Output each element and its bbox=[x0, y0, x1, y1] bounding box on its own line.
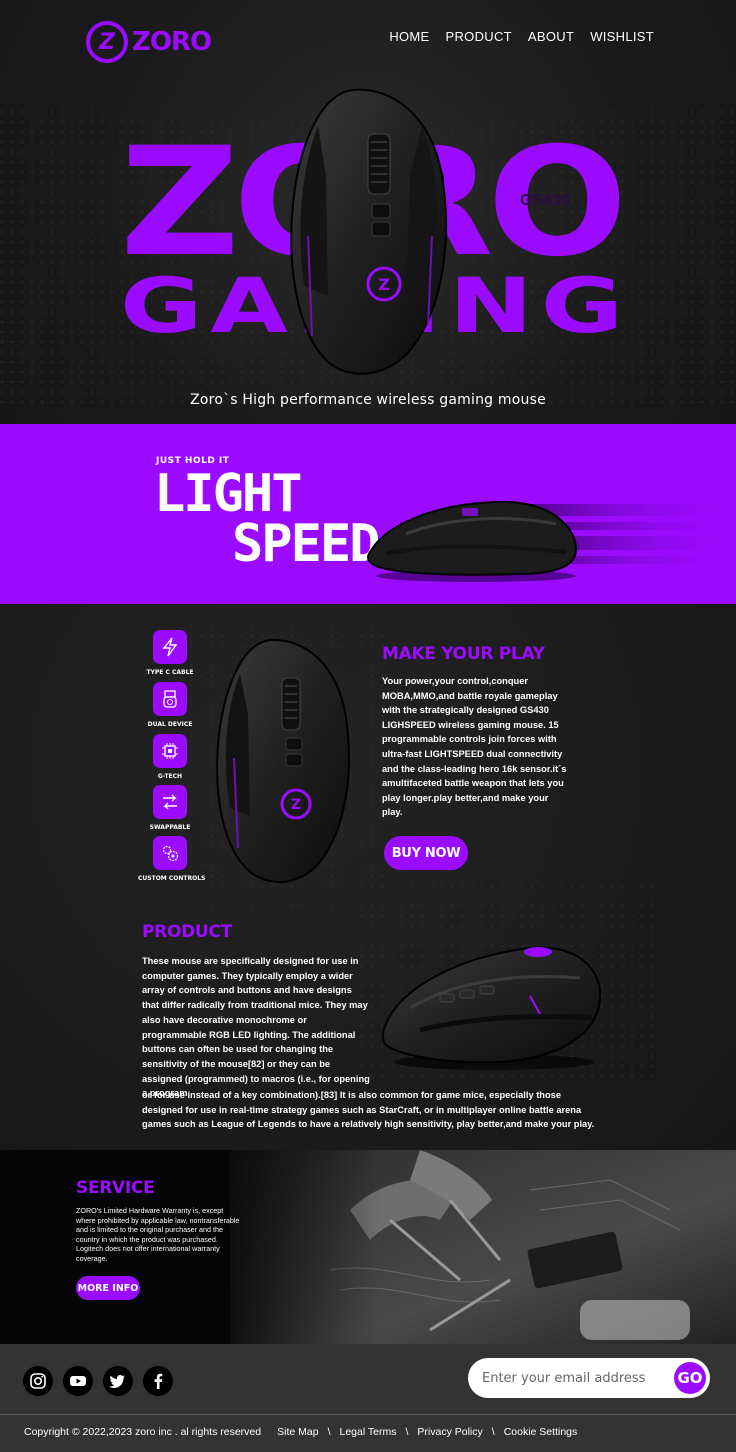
banner-mouse-image bbox=[367, 500, 578, 582]
feature-dual-device: DUAL DEVICE bbox=[138, 682, 202, 728]
gears-icon bbox=[153, 836, 187, 870]
main-nav: HOME PRODUCT ABOUT WISHLIST bbox=[389, 29, 654, 44]
banner-word-speed: SPEED bbox=[232, 514, 381, 574]
youtube-icon[interactable] bbox=[63, 1366, 93, 1396]
link-separator: \ bbox=[491, 1426, 495, 1438]
feature-g-tech: G-TECH bbox=[138, 734, 202, 780]
site-map-link[interactable]: Site Map bbox=[277, 1426, 318, 1438]
link-separator: \ bbox=[405, 1426, 409, 1438]
nav-home[interactable]: HOME bbox=[389, 29, 429, 44]
product-mouse-image: Z bbox=[216, 638, 350, 883]
footer-legal-bar: Copyright © 2022,2023 zoro inc . al righ… bbox=[24, 1426, 577, 1438]
footer: GO Copyright © 2022,2023 zoro inc . al r… bbox=[0, 1344, 736, 1452]
service-heading: SERVICE bbox=[76, 1178, 155, 1198]
logo-mark: Z bbox=[86, 21, 128, 63]
svg-text:Z: Z bbox=[378, 275, 390, 294]
brand-logo[interactable]: Z ZORO bbox=[86, 20, 212, 64]
nav-wishlist[interactable]: WISHLIST bbox=[590, 29, 654, 44]
features-section: TYPE C CABLE DUAL DEVICE G-TECH SWAPPABL… bbox=[0, 604, 736, 1150]
product-side-mouse-image bbox=[381, 946, 602, 1070]
make-your-play-heading: MAKE YOUR PLAY bbox=[382, 644, 545, 664]
feature-custom-controls: CUSTOM CONTROLS bbox=[138, 836, 205, 882]
footer-divider bbox=[0, 1414, 736, 1415]
lightning-icon bbox=[153, 630, 187, 664]
copyright-text: Copyright © 2022,2023 zoro inc . al righ… bbox=[24, 1426, 262, 1438]
hero-tagline: Zoro`s High performance wireless gaming … bbox=[190, 392, 546, 408]
facebook-icon[interactable] bbox=[143, 1366, 173, 1396]
svg-text:Z: Z bbox=[291, 797, 301, 813]
newsletter-form: GO bbox=[468, 1358, 710, 1398]
product-text: These mouse are specifically designed fo… bbox=[142, 956, 370, 1099]
privacy-policy-link[interactable]: Privacy Policy bbox=[417, 1426, 482, 1438]
hero-section: Z ZORO HOME PRODUCT ABOUT WISHLIST ZORO … bbox=[0, 0, 736, 424]
product-heading: PRODUCT bbox=[142, 922, 232, 942]
hero-model-label: GS430 bbox=[520, 192, 570, 209]
swap-arrows-icon bbox=[153, 785, 187, 819]
feature-type-c: TYPE C CABLE bbox=[138, 630, 202, 676]
product-text-continued: or for use instead of a key combination)… bbox=[142, 1090, 595, 1130]
buy-now-button[interactable]: BUY NOW bbox=[384, 836, 468, 870]
feature-swappable: SWAPPABLE bbox=[138, 785, 202, 831]
instagram-icon[interactable] bbox=[23, 1366, 53, 1396]
logo-text: ZORO bbox=[132, 27, 212, 57]
lightspeed-banner: JUST HOLD IT LIGHT SPEED bbox=[0, 424, 736, 604]
cookie-settings-link[interactable]: Cookie Settings bbox=[504, 1426, 578, 1438]
more-info-button[interactable]: MORE INFO bbox=[76, 1276, 140, 1300]
service-section: SERVICE ZORO's Limited Hardware Warranty… bbox=[0, 1150, 736, 1344]
hero-mouse-image: Z bbox=[290, 88, 448, 375]
twitter-icon[interactable] bbox=[103, 1366, 133, 1396]
legal-terms-link[interactable]: Legal Terms bbox=[339, 1426, 396, 1438]
nav-product[interactable]: PRODUCT bbox=[446, 29, 512, 44]
nav-about[interactable]: ABOUT bbox=[528, 29, 574, 44]
go-button[interactable]: GO bbox=[674, 1362, 706, 1394]
chip-icon bbox=[153, 734, 187, 768]
usb-device-icon bbox=[153, 682, 187, 716]
make-your-play-text: Your power,your control,conquer MOBA,MMO… bbox=[382, 676, 567, 818]
service-text: ZORO's Limited Hardware Warranty is, exc… bbox=[76, 1206, 240, 1263]
email-input[interactable] bbox=[482, 1366, 668, 1390]
link-separator: \ bbox=[327, 1426, 331, 1438]
